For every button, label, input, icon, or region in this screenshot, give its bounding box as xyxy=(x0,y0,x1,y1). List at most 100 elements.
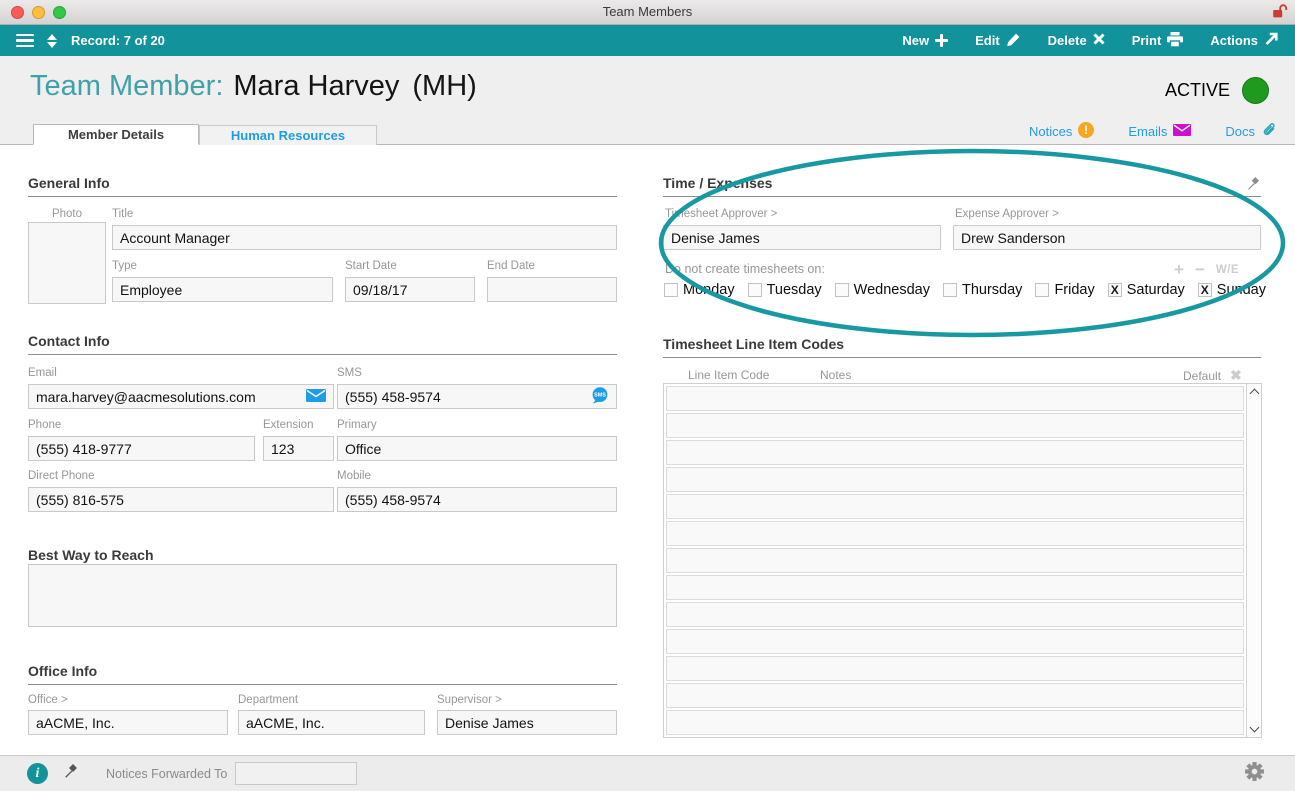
checkbox-box[interactable] xyxy=(747,283,762,297)
notices-link[interactable]: Notices ! xyxy=(1029,122,1095,141)
tab-member-details[interactable]: Member Details xyxy=(33,124,199,145)
svg-text:!: ! xyxy=(1084,125,1088,137)
sms-field[interactable]: (555) 458-9574 SMS xyxy=(337,384,617,409)
col-notes: Notes xyxy=(820,368,852,382)
mobile-field[interactable]: (555) 458-9574 xyxy=(337,487,617,512)
page-title: Team Member: Mara Harvey (MH) xyxy=(30,70,477,103)
weekend-button[interactable]: W/E xyxy=(1216,264,1239,276)
sms-bubble-icon[interactable]: SMS xyxy=(591,386,609,407)
table-row[interactable] xyxy=(666,521,1244,546)
department-field[interactable]: aACME, Inc. xyxy=(238,710,425,735)
table-row[interactable] xyxy=(666,656,1244,681)
record-counter: Record: 7 of 20 xyxy=(71,33,165,48)
phone-field[interactable]: (555) 418-9777 xyxy=(28,436,255,461)
email-field[interactable]: mara.harvey@aacmesolutions.com xyxy=(28,384,334,409)
previous-record-icon[interactable] xyxy=(47,33,57,40)
checkbox-wednesday[interactable]: Wednesday xyxy=(834,282,930,298)
direct-phone-field[interactable]: (555) 816-575 xyxy=(28,487,334,512)
remove-row-button[interactable]: − xyxy=(1195,260,1205,280)
table-row[interactable] xyxy=(666,386,1244,411)
table-row[interactable] xyxy=(666,683,1244,708)
add-row-button[interactable]: + xyxy=(1174,260,1184,280)
extension-field[interactable]: 123 xyxy=(263,436,334,461)
next-record-icon[interactable] xyxy=(47,41,57,48)
table-row[interactable] xyxy=(666,602,1244,627)
scroll-down-icon[interactable] xyxy=(1249,722,1259,733)
scroll-up-icon[interactable] xyxy=(1249,388,1259,399)
envelope-icon[interactable] xyxy=(306,388,326,405)
record-nav-arrows[interactable] xyxy=(47,33,57,48)
section-general-info: General Info xyxy=(28,175,617,197)
vertical-scrollbar[interactable] xyxy=(1246,384,1261,737)
new-button[interactable]: New xyxy=(902,32,949,50)
section-line-item-codes: Timesheet Line Item Codes xyxy=(663,336,1261,358)
member-initials: (MH) xyxy=(412,70,477,102)
primary-field[interactable]: Office xyxy=(337,436,617,461)
col-default: Default xyxy=(1183,368,1222,383)
phone-label: Phone xyxy=(28,419,62,431)
hamburger-icon[interactable] xyxy=(16,33,34,48)
checkbox-thursday[interactable]: Thursday xyxy=(942,282,1022,298)
table-row[interactable] xyxy=(666,494,1244,519)
table-row[interactable] xyxy=(666,575,1244,600)
office-field[interactable]: aACME, Inc. xyxy=(28,710,228,735)
checkbox-friday[interactable]: Friday xyxy=(1035,282,1095,298)
main-content: General Info Photo Title Account Manager… xyxy=(0,145,1295,755)
clear-default-x-icon[interactable]: ✖ xyxy=(1230,367,1242,384)
page-header: Team Member: Mara Harvey (MH) ACTIVE xyxy=(0,56,1295,124)
quick-links: Notices ! Emails Docs xyxy=(1029,122,1295,141)
envelope-icon xyxy=(1173,124,1192,139)
docs-link[interactable]: Docs xyxy=(1225,122,1277,141)
table-row[interactable] xyxy=(666,467,1244,492)
no-timesheets-label: Do not create timesheets on: xyxy=(665,262,825,276)
checkbox-sunday[interactable]: X Sunday xyxy=(1197,282,1266,298)
checkbox-box[interactable] xyxy=(834,283,849,297)
mobile-label: Mobile xyxy=(337,470,371,482)
tab-human-resources[interactable]: Human Resources xyxy=(199,125,377,145)
start-date-field[interactable]: 09/18/17 xyxy=(345,277,475,302)
checkbox-box[interactable] xyxy=(1035,283,1050,297)
notices-forwarded-label: Notices Forwarded To xyxy=(106,766,228,781)
table-row[interactable] xyxy=(666,548,1244,573)
gear-icon[interactable] xyxy=(1244,761,1265,787)
end-date-field[interactable] xyxy=(487,277,617,302)
checkbox-saturday[interactable]: X Saturday xyxy=(1107,282,1185,298)
toolbar-actions: New Edit Delete Print Actions xyxy=(902,31,1279,50)
expense-approver-field[interactable]: Drew Sanderson xyxy=(953,225,1261,250)
photo-field[interactable] xyxy=(28,222,106,304)
emails-link[interactable]: Emails xyxy=(1128,124,1192,139)
delete-button[interactable]: Delete xyxy=(1048,32,1105,50)
checkbox-box[interactable]: X xyxy=(1197,283,1212,297)
photo-label: Photo xyxy=(51,208,83,220)
checkbox-monday[interactable]: Monday xyxy=(664,282,735,298)
expense-approver-label: Expense Approver > xyxy=(955,208,1059,220)
table-row[interactable] xyxy=(666,629,1244,654)
info-circle-icon[interactable] xyxy=(27,763,48,784)
type-field[interactable]: Employee xyxy=(112,277,333,302)
printer-icon xyxy=(1167,31,1184,50)
checkbox-box[interactable] xyxy=(942,283,957,297)
supervisor-field[interactable]: Denise James xyxy=(437,710,617,735)
extension-label: Extension xyxy=(263,419,314,431)
table-row[interactable] xyxy=(666,710,1244,735)
plus-icon xyxy=(935,34,949,47)
pushpin-icon[interactable] xyxy=(1246,176,1261,196)
svg-text:SMS: SMS xyxy=(594,392,606,398)
checkbox-box[interactable]: X xyxy=(1107,283,1122,297)
unlock-icon xyxy=(1272,4,1288,24)
timesheet-approver-field[interactable]: Denise James xyxy=(663,225,941,250)
title-field[interactable]: Account Manager xyxy=(112,225,617,250)
member-name: Mara Harvey xyxy=(233,70,400,102)
notices-forwarded-field[interactable] xyxy=(235,762,358,785)
table-row[interactable] xyxy=(666,440,1244,465)
print-button[interactable]: Print xyxy=(1132,31,1184,50)
pushpin-icon[interactable] xyxy=(63,763,79,784)
edit-button[interactable]: Edit xyxy=(975,32,1021,50)
table-row[interactable] xyxy=(666,413,1244,438)
best-way-field[interactable] xyxy=(28,564,617,627)
section-time-expenses: Time / Expenses xyxy=(663,175,1261,197)
checkbox-tuesday[interactable]: Tuesday xyxy=(747,282,822,298)
table-rows xyxy=(665,385,1245,736)
actions-button[interactable]: Actions xyxy=(1210,32,1279,50)
checkbox-box[interactable] xyxy=(664,283,678,297)
